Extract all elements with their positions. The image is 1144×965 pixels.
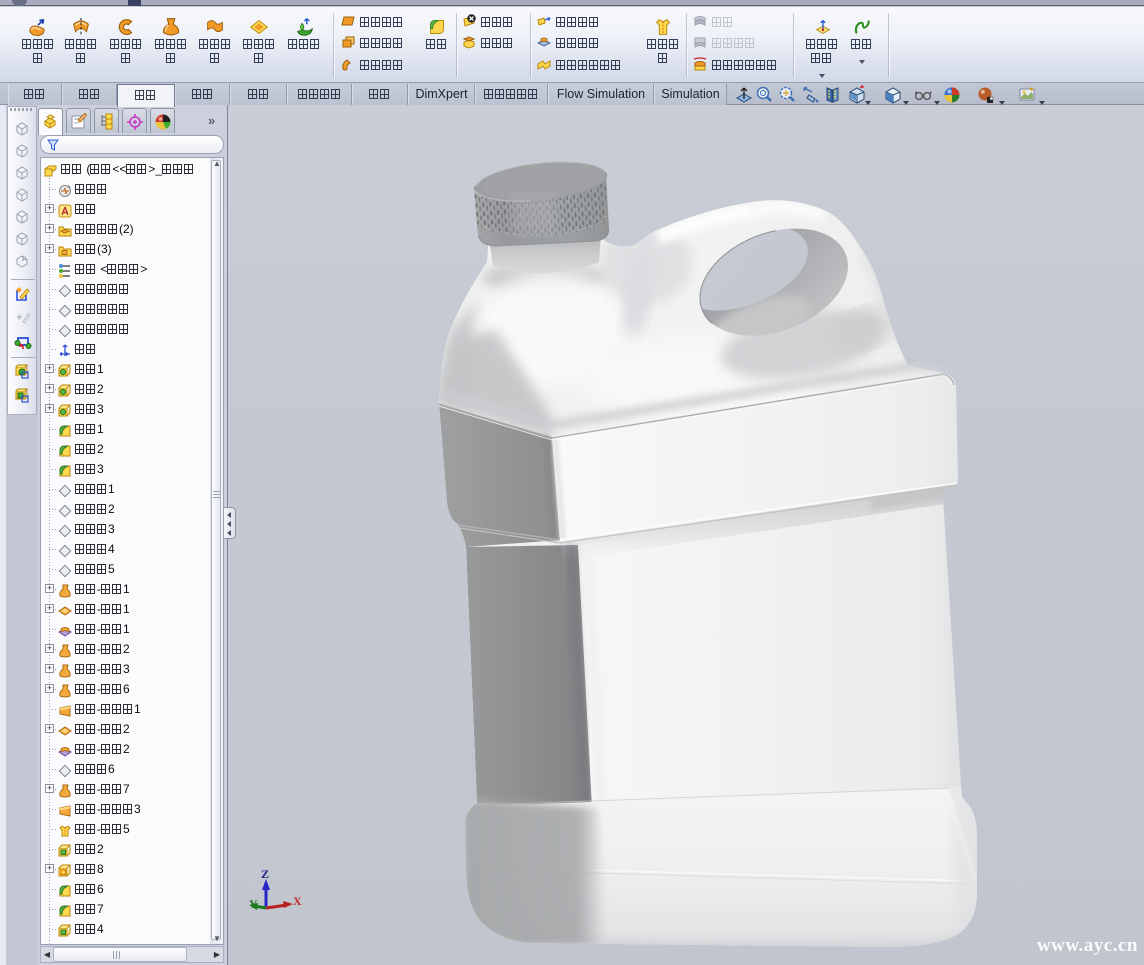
svg-text:Z: Z (261, 867, 269, 881)
svg-text:X: X (293, 894, 302, 908)
